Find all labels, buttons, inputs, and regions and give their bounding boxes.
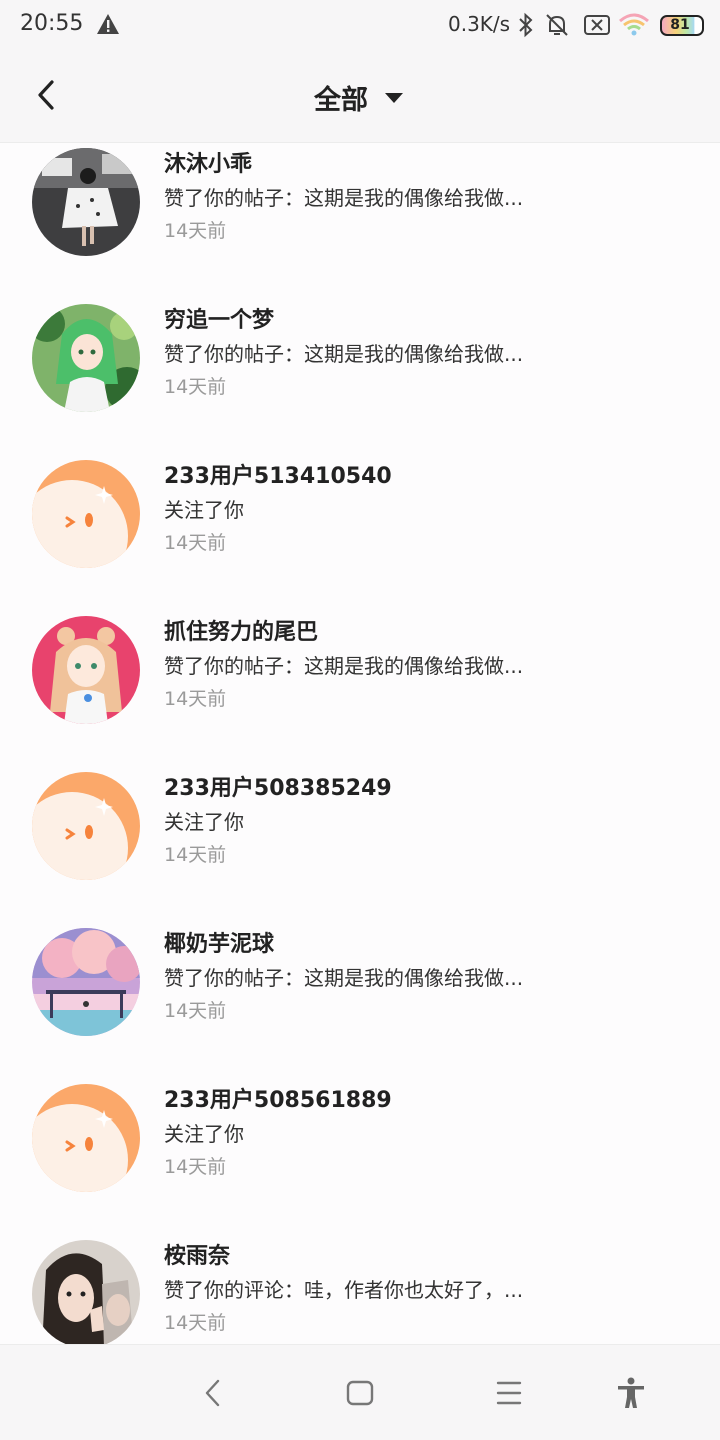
user-photo-avatar bbox=[32, 928, 140, 1036]
filter-dropdown[interactable]: 全部 bbox=[300, 78, 420, 116]
bell-muted-icon bbox=[546, 14, 568, 36]
notification-time: 14天前 bbox=[164, 844, 227, 866]
avatar[interactable] bbox=[32, 772, 140, 880]
user-photo-avatar bbox=[32, 1240, 140, 1344]
notification-item[interactable]: 沐沐小乖 赞了你的帖子：这期是我的偶像给我做... 14天前 bbox=[0, 144, 720, 300]
notification-time: 14天前 bbox=[164, 688, 227, 710]
user-name[interactable]: 椰奶芋泥球 bbox=[164, 926, 274, 958]
network-speed: 0.3K/s bbox=[448, 12, 511, 36]
sim-off-icon bbox=[584, 15, 610, 35]
user-photo-avatar bbox=[32, 616, 140, 724]
back-button[interactable] bbox=[24, 72, 72, 120]
user-name[interactable]: 桉雨奈 bbox=[164, 1238, 230, 1270]
page-title: 全部 bbox=[314, 85, 368, 116]
notification-item[interactable]: 椰奶芋泥球 赞了你的帖子：这期是我的偶像给我做... 14天前 bbox=[0, 924, 720, 1080]
notification-time: 14天前 bbox=[164, 1312, 227, 1334]
notification-message: 关注了你 bbox=[164, 498, 244, 522]
default-avatar bbox=[32, 1084, 140, 1192]
user-name[interactable]: 抓住努力的尾巴 bbox=[164, 614, 318, 646]
bluetooth-icon bbox=[519, 12, 533, 38]
notification-item[interactable]: 233用户508561889 关注了你 14天前 bbox=[0, 1080, 720, 1236]
avatar[interactable] bbox=[32, 1240, 140, 1344]
user-name[interactable]: 穷追一个梦 bbox=[164, 302, 274, 334]
avatar[interactable] bbox=[32, 304, 140, 412]
notification-list[interactable]: 沐沐小乖 赞了你的帖子：这期是我的偶像给我做... 14天前 穷追一个梦 赞了你… bbox=[0, 144, 720, 1344]
default-avatar bbox=[32, 772, 140, 880]
notification-time: 14天前 bbox=[164, 1000, 227, 1022]
user-name[interactable]: 233用户513410540 bbox=[164, 458, 392, 490]
notification-time: 14天前 bbox=[164, 1156, 227, 1178]
menu-nav-icon[interactable] bbox=[491, 1375, 527, 1411]
avatar[interactable] bbox=[32, 616, 140, 724]
notification-message: 关注了你 bbox=[164, 1122, 244, 1146]
warning-icon bbox=[97, 14, 119, 34]
battery-level: 81 bbox=[670, 17, 690, 33]
notification-message: 关注了你 bbox=[164, 810, 244, 834]
notification-message: 赞了你的评论：哇，作者你也太好了，... bbox=[164, 1278, 524, 1302]
notification-message: 赞了你的帖子：这期是我的偶像给我做... bbox=[164, 654, 524, 678]
back-nav-icon[interactable] bbox=[196, 1375, 232, 1411]
user-name[interactable]: 沐沐小乖 bbox=[164, 146, 252, 178]
system-nav-bar bbox=[0, 1344, 720, 1440]
avatar[interactable] bbox=[32, 928, 140, 1036]
notification-time: 14天前 bbox=[164, 376, 227, 398]
home-nav-icon[interactable] bbox=[342, 1375, 378, 1411]
battery-icon: 81 bbox=[660, 15, 704, 36]
accessibility-icon[interactable] bbox=[613, 1375, 649, 1411]
status-bar: 20:55 0.3K/s 81 bbox=[0, 0, 720, 50]
notification-time: 14天前 bbox=[164, 220, 227, 242]
notification-item[interactable]: 233用户508385249 关注了你 14天前 bbox=[0, 768, 720, 924]
notification-item[interactable]: 233用户513410540 关注了你 14天前 bbox=[0, 456, 720, 612]
user-photo-avatar bbox=[32, 304, 140, 412]
notification-message: 赞了你的帖子：这期是我的偶像给我做... bbox=[164, 966, 524, 990]
avatar[interactable] bbox=[32, 148, 140, 256]
user-name[interactable]: 233用户508561889 bbox=[164, 1082, 392, 1114]
notification-message: 赞了你的帖子：这期是我的偶像给我做... bbox=[164, 186, 524, 210]
caret-down-icon bbox=[385, 93, 403, 103]
default-avatar bbox=[32, 460, 140, 568]
avatar[interactable] bbox=[32, 1084, 140, 1192]
user-photo-avatar bbox=[32, 148, 140, 256]
notification-item[interactable]: 抓住努力的尾巴 赞了你的帖子：这期是我的偶像给我做... 14天前 bbox=[0, 612, 720, 768]
avatar[interactable] bbox=[32, 460, 140, 568]
status-time: 20:55 bbox=[20, 11, 84, 36]
notification-message: 赞了你的帖子：这期是我的偶像给我做... bbox=[164, 342, 524, 366]
wifi-icon bbox=[619, 13, 649, 36]
header: 全部 bbox=[0, 50, 720, 143]
notification-time: 14天前 bbox=[164, 532, 227, 554]
user-name[interactable]: 233用户508385249 bbox=[164, 770, 392, 802]
notification-item[interactable]: 穷追一个梦 赞了你的帖子：这期是我的偶像给我做... 14天前 bbox=[0, 300, 720, 456]
notification-item[interactable]: 桉雨奈 赞了你的评论：哇，作者你也太好了，... 14天前 bbox=[0, 1236, 720, 1344]
